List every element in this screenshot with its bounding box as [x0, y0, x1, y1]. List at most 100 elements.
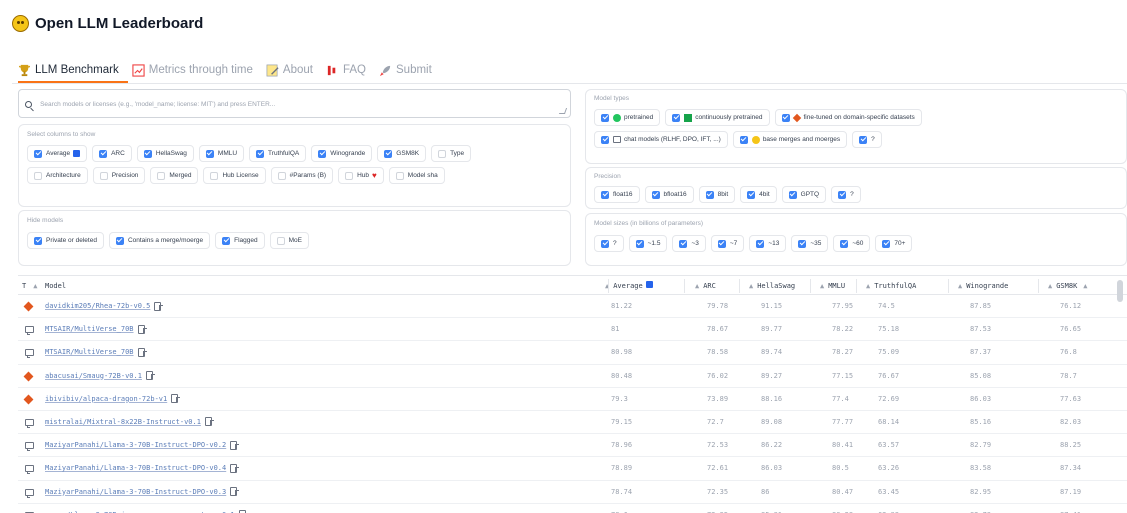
copy-icon[interactable]: [230, 463, 240, 473]
checkbox-unchecked-icon[interactable]: [99, 171, 108, 180]
copy-icon[interactable]: [171, 394, 181, 404]
checkbox-checked-icon[interactable]: [601, 135, 609, 144]
copy-icon[interactable]: [145, 371, 155, 381]
checkbox-checked-icon[interactable]: [601, 190, 609, 199]
copy-icon[interactable]: [204, 417, 214, 427]
col-header-mmlu[interactable]: ▲ MMLU: [820, 276, 845, 296]
precision-toggle-gptq[interactable]: GPTQ: [781, 186, 827, 203]
model-type-toggle-chat-models-rlhf-dpo-ift[interactable]: chat models (RLHF, DPO, IFT, ...): [594, 131, 728, 148]
copy-icon[interactable]: [137, 347, 147, 357]
checkbox-unchecked-icon[interactable]: [276, 236, 285, 245]
model-type-toggle-other[interactable]: ?: [852, 131, 882, 148]
model-link[interactable]: MaziyarPanahi/Llama-3-70B-Instruct-DPO-v…: [45, 464, 226, 472]
column-toggle-mmlu[interactable]: MMLU: [198, 145, 245, 162]
checkbox-checked-icon[interactable]: [781, 113, 790, 122]
hide-toggle-private-or-deleted[interactable]: Private or deleted: [27, 232, 104, 249]
col-header-truthfulqa[interactable]: ▲ TruthfulQA: [866, 276, 916, 296]
checkbox-checked-icon[interactable]: [705, 190, 714, 199]
checkbox-checked-icon[interactable]: [115, 236, 124, 245]
table-row[interactable]: abacusai/Smaug-72B-v0.1 80.48 76.02 89.27 77…: [18, 365, 1127, 388]
checkbox-unchecked-icon[interactable]: [395, 171, 404, 180]
col-header-average[interactable]: ▲Average: [605, 276, 653, 296]
copy-icon[interactable]: [154, 301, 164, 311]
checkbox-checked-icon[interactable]: [34, 149, 42, 158]
table-row[interactable]: MTSAIR/MultiVerse_70B 81 78.67 89.77 78.22 75…: [18, 318, 1127, 342]
checkbox-checked-icon[interactable]: [747, 190, 756, 199]
column-toggle-model-sha[interactable]: Model sha: [388, 167, 445, 184]
tab-llm-benchmark[interactable]: LLM Benchmark: [18, 61, 119, 79]
col-header-gsm8k[interactable]: ▲ GSM8K ▲: [1048, 276, 1092, 296]
hide-toggle-moe[interactable]: MoE: [269, 232, 309, 249]
model-type-toggle-base-merges-and-moerges[interactable]: base merges and moerges: [732, 131, 848, 148]
copy-icon[interactable]: [230, 487, 240, 496]
sort-icon[interactable]: ▲: [1048, 282, 1052, 290]
checkbox-checked-icon[interactable]: [635, 239, 644, 248]
checkbox-unchecked-icon[interactable]: [34, 171, 42, 180]
tab-submit[interactable]: Submit: [379, 61, 432, 79]
sort-icon[interactable]: ▲: [33, 282, 37, 290]
model-type-toggle-continuously-pretrained[interactable]: continuously pretrained: [665, 109, 770, 126]
precision-toggle-float16[interactable]: float16: [594, 186, 640, 203]
column-toggle-type[interactable]: Type: [431, 145, 472, 162]
precision-toggle-4bit[interactable]: 4bit: [740, 186, 777, 203]
size-toggle-13[interactable]: ~13: [749, 235, 787, 252]
model-link[interactable]: MaziyarPanahi/Llama-3-70B-Instruct-DPO-v…: [45, 488, 226, 496]
table-row[interactable]: MaziyarPanahi/Llama-3-70B-Instruct-DPO-v…: [18, 457, 1127, 481]
precision-toggle-other[interactable]: ?: [831, 186, 861, 203]
checkbox-checked-icon[interactable]: [672, 113, 681, 122]
resize-handle-icon[interactable]: [558, 108, 568, 114]
col-header-arc[interactable]: ▲ ARC: [695, 276, 716, 296]
model-link[interactable]: davidkim205/Rhea-72b-v0.5: [45, 302, 150, 310]
checkbox-checked-icon[interactable]: [143, 149, 152, 158]
tab-about[interactable]: About: [266, 61, 313, 79]
column-toggle-architecture[interactable]: Architecture: [27, 167, 88, 184]
checkbox-checked-icon[interactable]: [318, 149, 327, 158]
precision-toggle-8bit[interactable]: 8bit: [698, 186, 736, 203]
checkbox-checked-icon[interactable]: [679, 239, 688, 248]
tab-metrics-through-time[interactable]: Metrics through time: [132, 61, 253, 79]
table-scrollbar[interactable]: [1117, 280, 1123, 302]
column-toggle-hub[interactable]: Hub ♥: [338, 167, 384, 184]
column-toggle-merged[interactable]: Merged: [150, 167, 199, 184]
sort-icon[interactable]: ▲: [866, 282, 870, 290]
col-header-hellaswag[interactable]: ▲ HellaSwag: [749, 276, 795, 296]
model-link[interactable]: MaziyarPanahi/Llama-3-70B-Instruct-DPO-v…: [45, 441, 226, 449]
size-toggle-3[interactable]: ~3: [672, 235, 706, 252]
model-type-toggle-fine-tuned-on-domain-specific-datasets[interactable]: fine-tuned on domain-specific datasets: [774, 109, 922, 126]
copy-icon[interactable]: [230, 440, 240, 450]
checkbox-unchecked-icon[interactable]: [277, 171, 286, 180]
col-header-type[interactable]: T ▲: [22, 276, 41, 296]
hide-toggle-flagged[interactable]: Flagged: [215, 232, 265, 249]
checkbox-checked-icon[interactable]: [222, 236, 231, 245]
checkbox-checked-icon[interactable]: [798, 239, 807, 248]
model-link[interactable]: MTSAIR/MultiVerse_70B: [45, 348, 134, 356]
hide-toggle-contains-a-merge-moerge[interactable]: Contains a merge/moerge: [108, 232, 211, 249]
checkbox-checked-icon[interactable]: [601, 113, 609, 122]
search-input[interactable]: Search models or licenses (e.g., 'model_…: [18, 89, 571, 118]
column-toggle-gsm8k[interactable]: GSM8K: [377, 145, 427, 162]
checkbox-checked-icon[interactable]: [384, 149, 393, 158]
checkbox-checked-icon[interactable]: [256, 149, 265, 158]
checkbox-checked-icon[interactable]: [601, 239, 609, 248]
checkbox-unchecked-icon[interactable]: [157, 171, 166, 180]
sort-icon[interactable]: ▲: [958, 282, 962, 290]
checkbox-checked-icon[interactable]: [99, 149, 108, 158]
column-toggle-winogrande[interactable]: Winogrande: [311, 145, 373, 162]
table-row[interactable]: ibivibiv/alpaca-dragon-72b-v1 79.3 73.89 88…: [18, 388, 1127, 411]
table-row[interactable]: MaziyarPanahi/Llama-3-70B-Instruct-DPO-v…: [18, 434, 1127, 458]
column-toggle-truthfulqa[interactable]: TruthfulQA: [249, 145, 307, 162]
table-row[interactable]: mistralai/Mixtral-8x22B-Instruct-v0.1 79.…: [18, 411, 1127, 435]
checkbox-checked-icon[interactable]: [882, 239, 891, 248]
table-row[interactable]: MaziyarPanahi/Llama-3-70B-Instruct-DPO-v…: [18, 481, 1127, 504]
checkbox-checked-icon[interactable]: [205, 149, 214, 158]
col-header-model[interactable]: Model: [45, 276, 66, 296]
checkbox-checked-icon[interactable]: [840, 239, 849, 248]
checkbox-unchecked-icon[interactable]: [210, 171, 219, 180]
size-toggle-70[interactable]: 70+: [875, 235, 913, 252]
table-row[interactable]: davidkim205/Rhea-72b-v0.5 81.22 79.78 91.15…: [18, 295, 1127, 319]
checkbox-checked-icon[interactable]: [838, 190, 847, 199]
model-link[interactable]: abacusai/Smaug-72B-v0.1: [45, 372, 142, 380]
size-toggle-1-5[interactable]: ~1.5: [628, 235, 668, 252]
copy-icon[interactable]: [137, 324, 147, 334]
checkbox-checked-icon[interactable]: [34, 236, 42, 245]
